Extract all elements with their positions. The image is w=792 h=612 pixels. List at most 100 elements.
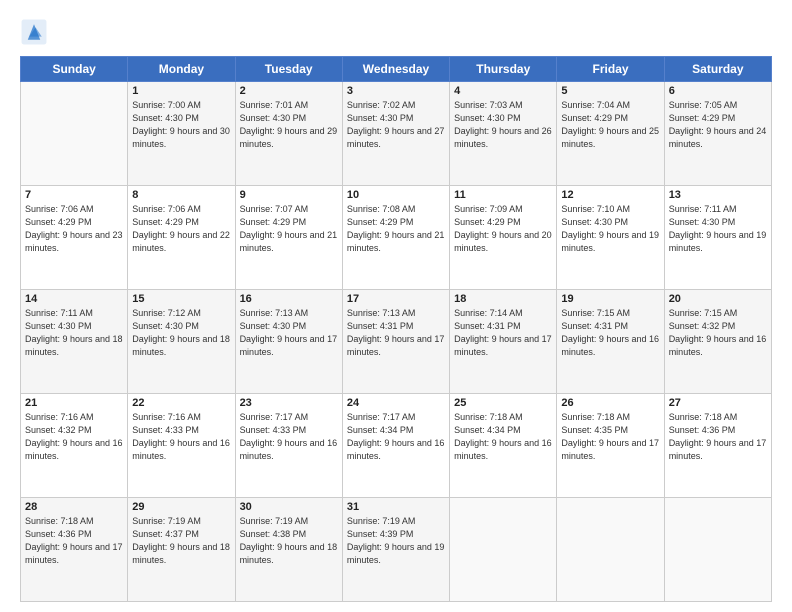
calendar-cell	[21, 82, 128, 186]
calendar-cell: 25 Sunrise: 7:18 AMSunset: 4:34 PMDayligh…	[450, 394, 557, 498]
weekday-header: Monday	[128, 57, 235, 82]
page-header	[20, 18, 772, 46]
calendar-cell: 29 Sunrise: 7:19 AMSunset: 4:37 PMDayligh…	[128, 498, 235, 602]
day-info: Sunrise: 7:19 AMSunset: 4:38 PMDaylight:…	[240, 515, 338, 567]
day-number: 15	[132, 293, 230, 305]
day-info: Sunrise: 7:13 AMSunset: 4:31 PMDaylight:…	[347, 307, 445, 359]
day-number: 27	[669, 397, 767, 409]
day-info: Sunrise: 7:13 AMSunset: 4:30 PMDaylight:…	[240, 307, 338, 359]
day-info: Sunrise: 7:10 AMSunset: 4:30 PMDaylight:…	[561, 203, 659, 255]
calendar-cell: 23Sunrise: 7:17 AMSunset: 4:33 PMDayligh…	[235, 394, 342, 498]
day-info: Sunrise: 7:08 AMSunset: 4:29 PMDaylight:…	[347, 203, 445, 255]
day-info: Sunrise: 7:14 AMSunset: 4:31 PMDaylight:…	[454, 307, 552, 359]
day-number: 17	[347, 293, 445, 305]
day-info: Sunrise: 7:11 AMSunset: 4:30 PMDaylight:…	[669, 203, 767, 255]
calendar-cell: 18 Sunrise: 7:14 AMSunset: 4:31 PMDayligh…	[450, 290, 557, 394]
calendar-cell: 6 Sunrise: 7:05 AMSunset: 4:29 PMDaylight…	[664, 82, 771, 186]
calendar-cell	[450, 498, 557, 602]
calendar-cell: 24 Sunrise: 7:17 AMSunset: 4:34 PMDayligh…	[342, 394, 449, 498]
day-info: Sunrise: 7:05 AMSunset: 4:29 PMDaylight:…	[669, 99, 767, 151]
day-info: Sunrise: 7:19 AMSunset: 4:37 PMDaylight:…	[132, 515, 230, 567]
day-number: 22	[132, 397, 230, 409]
calendar-cell: 10Sunrise: 7:08 AMSunset: 4:29 PMDayligh…	[342, 186, 449, 290]
calendar-cell: 11Sunrise: 7:09 AMSunset: 4:29 PMDayligh…	[450, 186, 557, 290]
day-number: 25	[454, 397, 552, 409]
day-info: Sunrise: 7:06 AMSunset: 4:29 PMDaylight:…	[25, 203, 123, 255]
weekday-header: Sunday	[21, 57, 128, 82]
weekday-header: Saturday	[664, 57, 771, 82]
day-info: Sunrise: 7:17 AMSunset: 4:34 PMDaylight:…	[347, 411, 445, 463]
day-number: 6	[669, 85, 767, 97]
day-info: Sunrise: 7:03 AMSunset: 4:30 PMDaylight:…	[454, 99, 552, 151]
day-number: 21	[25, 397, 123, 409]
day-info: Sunrise: 7:04 AMSunset: 4:29 PMDaylight:…	[561, 99, 659, 151]
calendar-cell: 1 Sunrise: 7:00 AMSunset: 4:30 PMDaylight…	[128, 82, 235, 186]
calendar-cell: 13 Sunrise: 7:11 AMSunset: 4:30 PMDayligh…	[664, 186, 771, 290]
calendar-cell: 21 Sunrise: 7:16 AMSunset: 4:32 PMDayligh…	[21, 394, 128, 498]
day-number: 19	[561, 293, 659, 305]
weekday-header: Wednesday	[342, 57, 449, 82]
day-number: 29	[132, 501, 230, 513]
logo-icon	[20, 18, 48, 46]
day-info: Sunrise: 7:01 AMSunset: 4:30 PMDaylight:…	[240, 99, 338, 151]
calendar-cell: 15 Sunrise: 7:12 AMSunset: 4:30 PMDayligh…	[128, 290, 235, 394]
calendar-cell: 19 Sunrise: 7:15 AMSunset: 4:31 PMDayligh…	[557, 290, 664, 394]
day-number: 3	[347, 85, 445, 97]
day-number: 31	[347, 501, 445, 513]
day-number: 20	[669, 293, 767, 305]
day-info: Sunrise: 7:15 AMSunset: 4:31 PMDaylight:…	[561, 307, 659, 359]
day-number: 28	[25, 501, 123, 513]
calendar-cell	[557, 498, 664, 602]
day-info: Sunrise: 7:12 AMSunset: 4:30 PMDaylight:…	[132, 307, 230, 359]
day-info: Sunrise: 7:16 AMSunset: 4:32 PMDaylight:…	[25, 411, 123, 463]
day-number: 23	[240, 397, 338, 409]
day-info: Sunrise: 7:07 AMSunset: 4:29 PMDaylight:…	[240, 203, 338, 255]
weekday-header: Friday	[557, 57, 664, 82]
day-info: Sunrise: 7:18 AMSunset: 4:36 PMDaylight:…	[669, 411, 767, 463]
day-number: 12	[561, 189, 659, 201]
calendar-cell: 5Sunrise: 7:04 AMSunset: 4:29 PMDaylight…	[557, 82, 664, 186]
calendar-cell: 3Sunrise: 7:02 AMSunset: 4:30 PMDaylight…	[342, 82, 449, 186]
day-info: Sunrise: 7:00 AMSunset: 4:30 PMDaylight:…	[132, 99, 230, 151]
day-info: Sunrise: 7:11 AMSunset: 4:30 PMDaylight:…	[25, 307, 123, 359]
calendar-cell: 28Sunrise: 7:18 AMSunset: 4:36 PMDayligh…	[21, 498, 128, 602]
calendar-cell: 26Sunrise: 7:18 AMSunset: 4:35 PMDayligh…	[557, 394, 664, 498]
calendar-week-row: 28Sunrise: 7:18 AMSunset: 4:36 PMDayligh…	[21, 498, 772, 602]
day-info: Sunrise: 7:18 AMSunset: 4:35 PMDaylight:…	[561, 411, 659, 463]
day-number: 8	[132, 189, 230, 201]
day-info: Sunrise: 7:16 AMSunset: 4:33 PMDaylight:…	[132, 411, 230, 463]
calendar-cell: 9 Sunrise: 7:07 AMSunset: 4:29 PMDaylight…	[235, 186, 342, 290]
weekday-header: Tuesday	[235, 57, 342, 82]
day-number: 18	[454, 293, 552, 305]
calendar-cell: 17 Sunrise: 7:13 AMSunset: 4:31 PMDayligh…	[342, 290, 449, 394]
day-number: 11	[454, 189, 552, 201]
calendar-cell: 22 Sunrise: 7:16 AMSunset: 4:33 PMDayligh…	[128, 394, 235, 498]
day-number: 9	[240, 189, 338, 201]
weekday-header: Thursday	[450, 57, 557, 82]
calendar-week-row: 21 Sunrise: 7:16 AMSunset: 4:32 PMDayligh…	[21, 394, 772, 498]
day-info: Sunrise: 7:19 AMSunset: 4:39 PMDaylight:…	[347, 515, 445, 567]
calendar-cell: 12 Sunrise: 7:10 AMSunset: 4:30 PMDayligh…	[557, 186, 664, 290]
day-info: Sunrise: 7:18 AMSunset: 4:34 PMDaylight:…	[454, 411, 552, 463]
calendar-cell: 8Sunrise: 7:06 AMSunset: 4:29 PMDaylight…	[128, 186, 235, 290]
calendar-cell: 7Sunrise: 7:06 AMSunset: 4:29 PMDaylight…	[21, 186, 128, 290]
calendar-cell	[664, 498, 771, 602]
calendar-cell: 27 Sunrise: 7:18 AMSunset: 4:36 PMDayligh…	[664, 394, 771, 498]
calendar-week-row: 7Sunrise: 7:06 AMSunset: 4:29 PMDaylight…	[21, 186, 772, 290]
day-number: 13	[669, 189, 767, 201]
day-number: 24	[347, 397, 445, 409]
day-number: 4	[454, 85, 552, 97]
calendar-cell: 14Sunrise: 7:11 AMSunset: 4:30 PMDayligh…	[21, 290, 128, 394]
calendar-cell: 4 Sunrise: 7:03 AMSunset: 4:30 PMDaylight…	[450, 82, 557, 186]
calendar-table: SundayMondayTuesdayWednesdayThursdayFrid…	[20, 56, 772, 602]
calendar-week-row: 1 Sunrise: 7:00 AMSunset: 4:30 PMDaylight…	[21, 82, 772, 186]
day-number: 30	[240, 501, 338, 513]
day-number: 1	[132, 85, 230, 97]
day-info: Sunrise: 7:15 AMSunset: 4:32 PMDaylight:…	[669, 307, 767, 359]
day-number: 16	[240, 293, 338, 305]
calendar-cell: 16 Sunrise: 7:13 AMSunset: 4:30 PMDayligh…	[235, 290, 342, 394]
calendar-cell: 31 Sunrise: 7:19 AMSunset: 4:39 PMDayligh…	[342, 498, 449, 602]
logo	[20, 18, 52, 46]
weekday-header-row: SundayMondayTuesdayWednesdayThursdayFrid…	[21, 57, 772, 82]
day-number: 2	[240, 85, 338, 97]
